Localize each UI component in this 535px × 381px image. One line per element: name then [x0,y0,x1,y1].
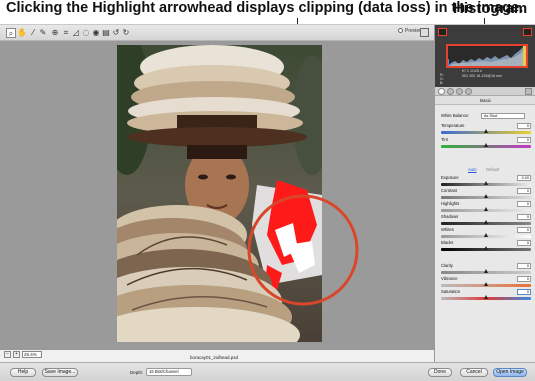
contrast-label: Contrast [441,188,457,193]
panel-title: Basic [435,96,535,105]
tint-label: Tint [441,137,448,142]
clarity-label: Clarity [441,263,453,268]
callout-clipping-caption: Clicking the Highlight arrowhead display… [6,0,524,16]
zoom-icon[interactable]: ⌕ [6,28,16,38]
shadows-label: Shadows [441,214,459,219]
exposure-value[interactable]: 0.00 [517,175,531,181]
temperature-value[interactable]: 0 [517,123,531,129]
color-sampler-icon[interactable]: ✎ [38,28,48,38]
target-adjust-icon[interactable]: ⊕ [50,28,60,38]
callout-histogram-caption: Histogram [453,0,528,17]
tab-tone-curve-icon[interactable] [447,88,454,95]
temperature-thumb[interactable] [484,129,488,133]
blacks-label: Blacks [441,240,454,245]
bottom-bar: Help Save Image... Depth: 16 Bits/Channe… [0,362,535,381]
camera-info-readout: f/7.1 1/125 s ISO 400 18-125@18 mm [462,69,502,78]
image-canvas: boracay01_indhead.psd [0,41,434,360]
rotate-left-icon[interactable]: ↺ [111,28,121,38]
contrast-value[interactable]: 0 [517,188,531,194]
rgb-readout: R: G: B: [440,73,444,86]
saturation-label: Saturation [441,289,461,294]
iso-lens-readout: ISO 400 18-125@18 mm [462,73,503,78]
shadows-thumb[interactable] [484,220,488,224]
shadow-clipping-arrow-icon[interactable] [438,28,447,36]
tab-detail-icon[interactable] [456,88,463,95]
tab-basic-icon[interactable] [438,88,445,95]
camera-raw-window: ⌕ ✋ ⁄ ✎ ⊕ ⌗ ◿ ◌ ◉ ▤ ↺ ↻ Preview boracay0… [0,24,535,381]
temperature-label: Temperature [441,123,465,128]
red-eye-icon[interactable]: ◉ [91,28,101,38]
tab-hsl-icon[interactable] [465,88,472,95]
highlights-label: Highlights [441,201,460,206]
clarity-value[interactable]: 0 [517,263,531,269]
saturation-slider[interactable] [441,295,531,300]
open-image-button[interactable]: Open Image [493,368,527,377]
blacks-thumb[interactable] [484,246,488,250]
contrast-slider[interactable] [441,194,531,199]
readout-b-label: B: [440,81,444,86]
panel-menu-icon[interactable] [525,88,532,95]
blacks-value[interactable]: 0 [517,240,531,246]
whites-value[interactable]: 0 [517,227,531,233]
vibrance-value[interactable]: 0 [517,276,531,282]
clipping-callout-circle [247,194,359,306]
rotate-right-icon[interactable]: ↻ [121,28,131,38]
tint-slider[interactable] [441,143,531,148]
exposure-thumb[interactable] [484,181,488,185]
zoom-out-button[interactable]: − [4,351,11,358]
save-image-button[interactable]: Save Image... [42,368,78,377]
tint-thumb[interactable] [484,143,488,147]
hand-icon[interactable]: ✋ [17,28,27,38]
preferences-icon[interactable]: ▤ [101,28,111,38]
depth-select[interactable]: 16 Bits/Channel [146,368,192,376]
done-button[interactable]: Done [428,368,452,377]
histogram-area: R: G: B: f/7.1 1/125 s ISO 400 18-125@18… [435,25,535,87]
help-button[interactable]: Help [10,368,36,377]
highlights-slider[interactable] [441,207,531,212]
white-balance-select[interactable]: As Shot [481,113,525,119]
histogram-highlight-box [446,44,528,68]
whites-thumb[interactable] [484,233,488,237]
white-balance-label: White Balance: [441,113,470,118]
preview-checkbox[interactable] [398,28,403,34]
exposure-label: Exposure [441,175,459,180]
vibrance-thumb[interactable] [484,282,488,286]
adjustments-panel: R: G: B: f/7.1 1/125 s ISO 400 18-125@18… [434,25,535,362]
straighten-icon[interactable]: ◿ [71,28,81,38]
exposure-slider[interactable] [441,181,531,186]
zoom-in-button[interactable]: + [13,351,20,358]
highlights-value[interactable]: 0 [517,201,531,207]
crop-icon[interactable]: ⌗ [61,28,71,38]
highlight-clipping-arrow-icon[interactable] [523,28,532,36]
saturation-thumb[interactable] [484,295,488,299]
toolbar: ⌕ ✋ ⁄ ✎ ⊕ ⌗ ◿ ◌ ◉ ▤ ↺ ↻ Preview [0,25,434,41]
saturation-value[interactable]: 0 [517,289,531,295]
auto-link[interactable]: Auto [468,167,477,172]
file-name-label: boracay01_indhead.psd [190,355,239,360]
vibrance-label: Vibrance [441,276,458,281]
clarity-slider[interactable] [441,269,531,274]
contrast-thumb[interactable] [484,194,488,198]
tint-value[interactable]: 0 [517,137,531,143]
panel-tabs [435,87,535,96]
whites-label: Whites [441,227,454,232]
zoom-controls: − + 25.4% [4,351,42,358]
blacks-slider[interactable] [441,246,531,251]
shadows-slider[interactable] [441,220,531,225]
whites-slider[interactable] [441,233,531,238]
vibrance-slider[interactable] [441,282,531,287]
highlights-thumb[interactable] [484,207,488,211]
shadows-value[interactable]: 0 [517,214,531,220]
white-balance-icon[interactable]: ⁄ [28,28,38,38]
spot-removal-icon[interactable]: ◌ [81,28,91,38]
depth-label: Depth: [130,370,144,375]
default-link[interactable]: Default [486,167,499,172]
fullscreen-icon[interactable] [420,28,429,37]
clarity-thumb[interactable] [484,269,488,273]
cancel-button[interactable]: Cancel [460,368,488,377]
zoom-level-field[interactable]: 25.4% [22,351,42,358]
temperature-slider[interactable] [441,129,531,134]
